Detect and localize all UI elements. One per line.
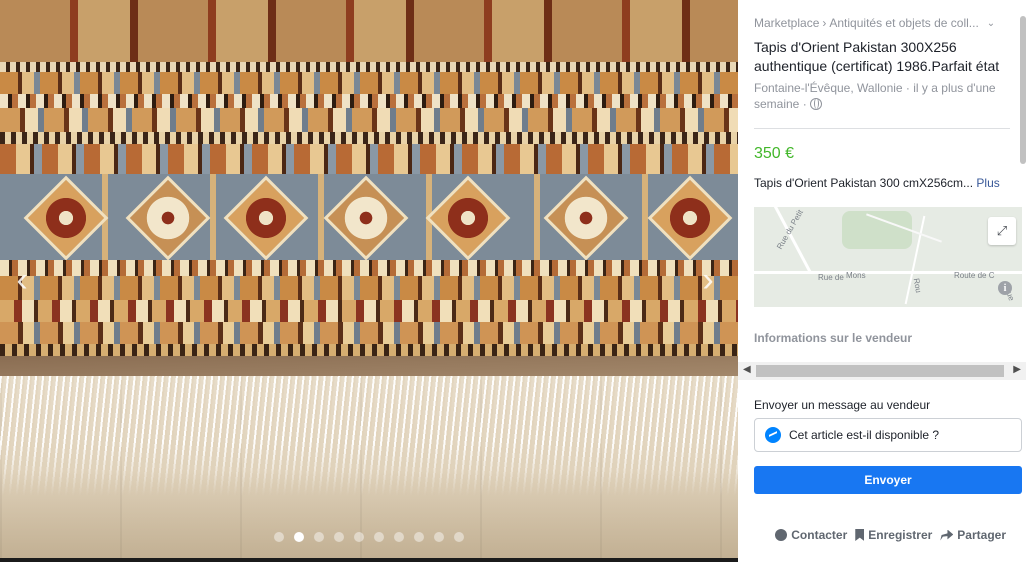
pagination-dot[interactable] [274,532,284,542]
contact-label: Contacter [791,528,848,542]
share-icon [940,529,954,541]
listing-details: Marketplace › Antiquités et objets de co… [738,0,1026,366]
info-icon[interactable]: i [998,281,1012,295]
send-button[interactable]: Envoyer [754,466,1022,494]
share-button[interactable]: Partager [940,528,1006,542]
scroll-left-icon[interactable]: ◀ [743,364,751,375]
location-map[interactable]: Rue du Petit Rue de Mons Rou Route de C … [754,207,1022,307]
messenger-icon [775,529,788,541]
location-text: Fontaine-l'Évêque, Wallonie · il y a plu… [754,81,996,111]
listing-actions: Contacter Enregistrer Partager [738,526,1026,544]
breadcrumb: Marketplace › Antiquités et objets de co… [754,16,1010,30]
globe-icon [809,98,822,110]
pagination-dot[interactable] [394,532,404,542]
map-label: Route de C [954,271,995,280]
see-more-link[interactable]: Plus [976,176,999,190]
pagination-dot[interactable] [454,532,464,542]
message-section: Envoyer un message au vendeur Cet articl… [738,386,1026,494]
message-label: Envoyer un message au vendeur [754,398,931,412]
pagination-dot[interactable] [374,532,384,542]
breadcrumb-marketplace[interactable]: Marketplace [754,16,819,30]
expand-map-icon[interactable]: ⤢ [988,217,1016,245]
map-label: Mons [846,271,866,280]
breadcrumb-separator: › [822,16,827,30]
scrollbar-thumb[interactable] [756,365,1004,377]
pagination-dot[interactable] [354,532,364,542]
pagination-dot[interactable] [334,532,344,542]
pagination-dot[interactable] [414,532,424,542]
listing-location: Fontaine-l'Évêque, Wallonie · il y a plu… [754,80,1010,112]
breadcrumb-category[interactable]: Antiquités et objets de coll... [829,16,978,30]
listing-description: Tapis d'Orient Pakistan 300 cmX256cm... … [754,175,1010,191]
save-label: Enregistrer [868,528,933,542]
photo-pagination [0,532,738,544]
map-label: Rou [911,277,924,294]
vertical-scrollbar[interactable] [1020,16,1026,164]
message-input[interactable]: Cet article est-il disponible ? [754,418,1022,452]
share-label: Partager [957,528,1006,542]
pagination-dot[interactable] [314,532,324,542]
save-button[interactable]: Enregistrer [855,528,932,542]
listing-title: Tapis d'Orient Pakistan 300X256 authenti… [754,39,1000,74]
next-photo-button[interactable]: › [688,258,728,302]
map-label: Rue de [818,273,844,282]
description-text: Tapis d'Orient Pakistan 300 cmX256cm... [754,176,974,190]
pagination-dot[interactable] [434,532,444,542]
seller-info-heading: Informations sur le vendeur [754,331,913,345]
photo-viewer: ‹ › [0,0,738,562]
divider [754,128,1010,129]
scroll-right-icon[interactable]: ▶ [1013,364,1021,375]
messenger-icon [765,427,781,443]
message-input-text[interactable]: Cet article est-il disponible ? [789,428,939,442]
pagination-dot[interactable] [294,532,304,542]
previous-photo-button[interactable]: ‹ [2,258,42,302]
contact-button[interactable]: Contacter [775,528,847,542]
bookmark-icon [855,529,865,541]
listing-panel: Marketplace › Antiquités et objets de co… [738,0,1026,562]
listing-price: 350 € [754,145,795,162]
horizontal-scrollbar[interactable]: ◀ ▶ [738,362,1026,380]
chevron-down-icon[interactable]: ⌄ [987,18,995,29]
